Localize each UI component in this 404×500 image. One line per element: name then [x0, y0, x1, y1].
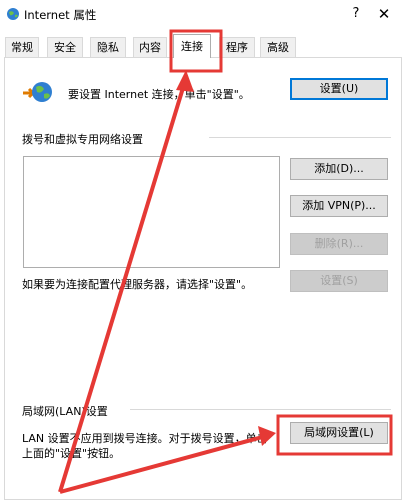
setup-button[interactable]: 设置(U) [290, 78, 388, 100]
tab-programs[interactable]: 程序 [219, 37, 255, 57]
window-title: Internet 属性 [24, 8, 97, 22]
title-bar: Internet 属性 ? ✕ [0, 0, 404, 30]
dialup-heading: 拨号和虚拟专用网络设置 [22, 133, 143, 146]
connections-panel: 要设置 Internet 连接，单击"设置"。 设置(U) 拨号和虚拟专用网络设… [4, 57, 402, 500]
tab-content[interactable]: 内容 [133, 37, 167, 57]
lan-settings-button[interactable]: 局域网设置(L) [290, 422, 388, 444]
tab-security[interactable]: 安全 [47, 37, 83, 57]
lan-description-line1: LAN 设置不应用到拨号连接。对于拨号设置，单击 [22, 432, 268, 445]
connections-listbox[interactable] [23, 156, 280, 268]
internet-globe-icon [7, 8, 19, 20]
lan-heading: 局域网(LAN)设置 [22, 405, 108, 418]
lan-divider [130, 409, 391, 410]
connection-globe-icon [23, 82, 52, 102]
proxy-hint: 如果要为连接配置代理服务器，请选择"设置"。 [22, 278, 253, 291]
remove-connection-button[interactable]: 删除(R)... [290, 233, 388, 255]
setup-description: 要设置 Internet 连接，单击"设置"。 [68, 88, 250, 101]
add-vpn-button[interactable]: 添加 VPN(P)... [290, 195, 388, 217]
close-button[interactable]: ✕ [372, 4, 396, 24]
tab-strip: 常规 安全 隐私 内容 连接 程序 高级 [0, 34, 404, 58]
add-connection-button[interactable]: 添加(D)... [290, 158, 388, 180]
tab-advanced[interactable]: 高级 [260, 37, 296, 57]
help-button[interactable]: ? [346, 4, 366, 24]
tab-privacy[interactable]: 隐私 [90, 37, 126, 57]
dialup-settings-button[interactable]: 设置(S) [290, 270, 388, 292]
lan-description-line2: 上面的"设置"按钮。 [22, 447, 121, 460]
tab-connections[interactable]: 连接 [173, 34, 211, 58]
dialup-divider [209, 137, 391, 138]
tab-general[interactable]: 常规 [5, 37, 39, 57]
